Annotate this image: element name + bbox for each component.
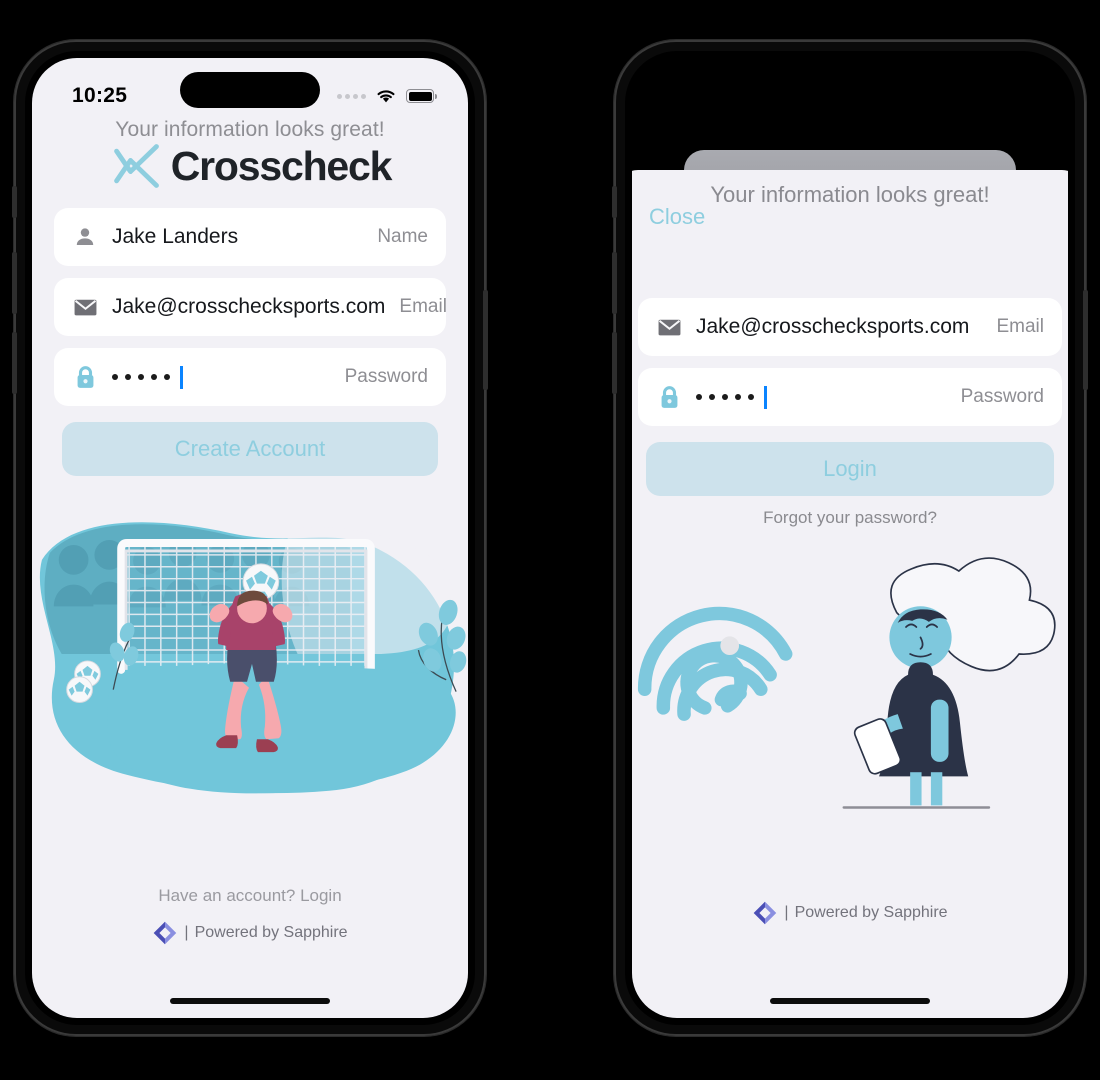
email-label: Email: [399, 296, 447, 317]
name-label: Name: [377, 226, 428, 247]
fingerprint-and-person-with-phone-illustration: [632, 542, 1068, 1018]
silent-switch-right[interactable]: [612, 186, 617, 218]
brand-name: Crosscheck: [170, 142, 393, 189]
envelope-icon: [72, 294, 98, 320]
dynamic-island: [180, 72, 320, 108]
password-field[interactable]: Password: [54, 348, 446, 406]
volume-up-button-right[interactable]: [612, 252, 617, 314]
home-indicator[interactable]: [170, 998, 330, 1004]
lock-icon: [656, 384, 682, 410]
email-field-login[interactable]: Jake@crosschecksports.com Email: [638, 298, 1062, 356]
login-artwork: [637, 557, 1056, 809]
signup-screen: 10:25 Your information looks great! Cros…: [32, 58, 468, 1018]
powered-by-separator: |: [184, 924, 189, 941]
sapphire-diamond-logo-icon: [754, 901, 777, 925]
page-headline: Your information looks great!: [115, 118, 385, 141]
volume-down-button-right[interactable]: [612, 332, 617, 394]
create-account-button[interactable]: Create Account: [62, 422, 438, 476]
battery-icon: [406, 89, 437, 103]
volume-up-button[interactable]: [12, 252, 17, 314]
login-button[interactable]: Login: [646, 442, 1054, 496]
email-value-login: Jake@crosschecksports.com: [696, 315, 970, 338]
sapphire-diamond-logo-icon: [154, 921, 177, 945]
brand-lockup: Crosscheck: [32, 140, 468, 192]
password-label: Password: [344, 366, 428, 387]
email-label-login: Email: [996, 316, 1044, 337]
password-label-login: Password: [960, 386, 1044, 407]
status-bar-time: 10:25: [72, 84, 128, 107]
password-masked-value-login: [696, 385, 947, 409]
phone-bezel-left: 10:25 Your information looks great! Cros…: [25, 51, 475, 1025]
status-bar-indicators: [337, 88, 437, 104]
powered-by-text-login: Powered by Sapphire: [794, 904, 948, 921]
login-form: Jake@crosschecksports.com Email Password: [632, 298, 1068, 426]
password-field-login[interactable]: Password: [638, 368, 1062, 426]
powered-by-separator-login: |: [784, 904, 789, 921]
email-field[interactable]: Jake@crosschecksports.com Email: [54, 278, 447, 336]
fingerprint-icon: [637, 606, 793, 721]
forgot-password-link[interactable]: Forgot your password?: [632, 508, 1068, 528]
screenshot-stage: 10:25 Your information looks great! Cros…: [0, 0, 1100, 1080]
person-icon: [72, 224, 98, 250]
name-value: Jake Landers: [112, 225, 239, 248]
home-indicator-right[interactable]: [770, 998, 930, 1004]
email-value: Jake@crosschecksports.com: [112, 295, 386, 318]
envelope-icon: [656, 314, 682, 340]
powered-by-sapphire-login: | Powered by Sapphire: [632, 900, 1068, 926]
login-screen: Your information looks great! Close Jake…: [632, 58, 1068, 1018]
sheet-header: Your information looks great! Close: [632, 170, 1068, 248]
login-modal-sheet: Your information looks great! Close Jake…: [632, 170, 1068, 1018]
phone-device-right: Your information looks great! Close Jake…: [612, 40, 1088, 1036]
name-field[interactable]: Jake Landers Name: [54, 208, 446, 266]
password-masked-value: [112, 365, 331, 389]
login-footer: | Powered by Sapphire: [632, 900, 1068, 926]
silent-switch[interactable]: [12, 186, 17, 218]
powered-by-sapphire: | Powered by Sapphire: [32, 920, 468, 946]
phone-bezel-right: Your information looks great! Close Jake…: [625, 51, 1075, 1025]
signal-dots-icon: [337, 93, 366, 99]
powered-by-text: Powered by Sapphire: [194, 924, 348, 941]
text-caret-login: [764, 385, 767, 409]
have-account-login-link[interactable]: Have an account? Login: [32, 886, 468, 906]
power-button-right[interactable]: [1083, 290, 1088, 390]
volume-down-button[interactable]: [12, 332, 17, 394]
goalkeeper-artwork: [39, 522, 467, 794]
close-button[interactable]: Close: [649, 204, 705, 230]
phone-device-left: 10:25 Your information looks great! Cros…: [12, 40, 488, 1036]
text-caret: [180, 365, 183, 389]
wifi-icon: [377, 90, 395, 103]
signup-app: 10:25 Your information looks great! Cros…: [32, 58, 468, 1018]
power-button[interactable]: [483, 290, 488, 390]
lock-icon: [72, 364, 98, 390]
crosscheck-x-logo-icon: [113, 144, 159, 188]
signup-form: Jake Landers Name Jake@crosschecksports.…: [32, 208, 468, 406]
signup-footer: Have an account? Login | Powered by Sapp…: [32, 886, 468, 946]
